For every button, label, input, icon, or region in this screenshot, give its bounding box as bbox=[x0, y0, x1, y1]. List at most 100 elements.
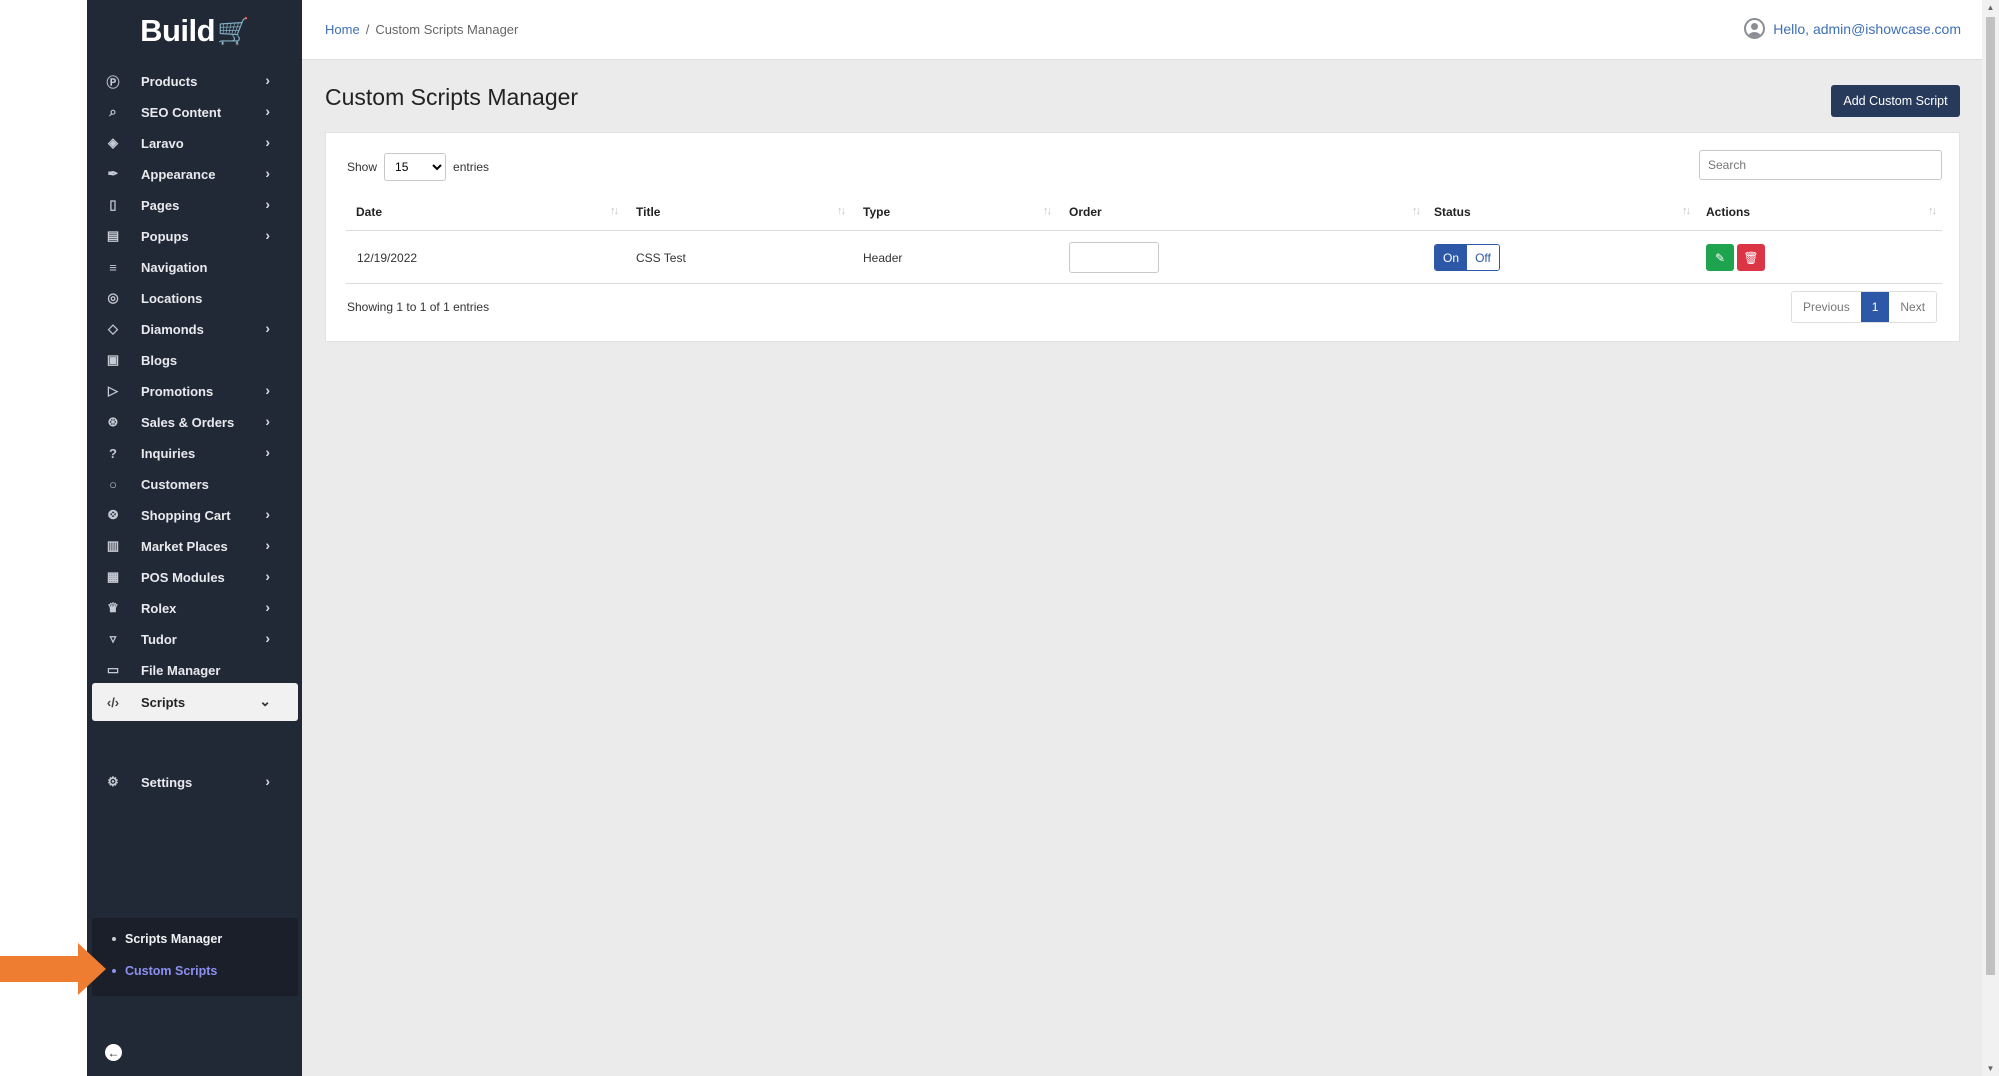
page: Build 🛒 Ⓟ Products › ⌕ SEO Content › ◈ Laravo › ✒… bbox=[0, 0, 1999, 1076]
entries-select[interactable]: 15 bbox=[384, 153, 447, 181]
edit-button[interactable]: ✎ bbox=[1706, 244, 1734, 271]
breadcrumb-separator: / bbox=[365, 22, 370, 37]
cell-order bbox=[1069, 231, 1159, 284]
sidebar-item-label: Pages bbox=[141, 197, 180, 213]
sidebar-item-label: Products bbox=[141, 73, 198, 89]
sidebar-item-label: Blogs bbox=[141, 352, 178, 368]
cell-title: CSS Test bbox=[636, 250, 686, 265]
entries-length-control: Show 15 entries bbox=[347, 153, 489, 181]
delete-button[interactable]: 🗑 bbox=[1737, 244, 1765, 271]
sidebar-item-settings[interactable]: ⚙ Settings › bbox=[87, 763, 302, 801]
top-bar: Home / Custom Scripts Manager Hello, admin… bbox=[302, 0, 1982, 60]
pointer-arrow-icon bbox=[0, 943, 106, 995]
pagination-page-1[interactable]: 1 bbox=[1860, 292, 1890, 322]
cell-date: 12/19/2022 bbox=[357, 250, 418, 265]
sales-icon: ⊛ bbox=[107, 414, 119, 429]
column-header-title[interactable]: Title bbox=[636, 193, 660, 231]
popup-icon: ▤ bbox=[106, 228, 120, 243]
column-header-actions[interactable]: Actions bbox=[1706, 193, 1750, 231]
add-custom-script-button[interactable]: Add Custom Script bbox=[1831, 85, 1960, 117]
pos-icon: ▦ bbox=[106, 569, 120, 584]
chevron-right-icon: › bbox=[265, 72, 270, 88]
collapse-sidebar-icon[interactable]: ← bbox=[105, 1044, 122, 1061]
scroll-down-icon[interactable]: ▼ bbox=[1986, 1064, 1995, 1073]
main-content: Home / Custom Scripts Manager Hello, admin… bbox=[302, 0, 1982, 1076]
bullet-icon bbox=[112, 969, 116, 973]
table-info: Showing 1 to 1 of 1 entries bbox=[347, 300, 490, 314]
sidebar-item-label: Market Places bbox=[141, 538, 228, 554]
logo-text: Build bbox=[140, 13, 216, 48]
status-on-option[interactable]: On bbox=[1435, 245, 1467, 270]
crown-icon: ♛ bbox=[107, 600, 119, 615]
sort-icon[interactable]: ↑↓ bbox=[1928, 205, 1937, 217]
layers-icon: ◈ bbox=[108, 135, 118, 150]
seo-icon: ⌕ bbox=[109, 104, 117, 119]
chevron-right-icon: › bbox=[265, 773, 270, 789]
menu-icon: ≡ bbox=[109, 259, 117, 275]
pagination-next[interactable]: Next bbox=[1889, 292, 1937, 322]
column-label: Type bbox=[863, 205, 891, 219]
scrollbar-thumb[interactable] bbox=[1986, 17, 1995, 975]
chevron-right-icon: › bbox=[265, 227, 270, 243]
column-header-order[interactable]: Order bbox=[1069, 193, 1102, 231]
subitem-label: Custom Scripts bbox=[125, 964, 218, 978]
chevron-right-icon: › bbox=[265, 413, 270, 429]
chevron-right-icon: › bbox=[265, 320, 270, 336]
sidebar-item-label: Diamonds bbox=[141, 321, 204, 337]
sidebar-item-scripts[interactable]: ‹/› Scripts ⌄ bbox=[92, 683, 298, 721]
search-input[interactable] bbox=[1699, 150, 1942, 180]
sidebar-item-label: Appearance bbox=[141, 166, 216, 182]
status-toggle[interactable]: On Off bbox=[1434, 244, 1500, 271]
breadcrumb: Home / Custom Scripts Manager bbox=[325, 22, 518, 37]
code-icon: ‹/› bbox=[106, 694, 120, 710]
chevron-right-icon: › bbox=[265, 382, 270, 398]
folder-icon: ▭ bbox=[106, 662, 120, 677]
user-icon: ○ bbox=[109, 476, 117, 492]
sidebar-item-label: Navigation bbox=[141, 259, 208, 275]
sort-icon[interactable]: ↑↓ bbox=[1682, 205, 1691, 217]
blog-icon: ▣ bbox=[106, 352, 120, 367]
page-scrollbar[interactable]: ▲ ▼ bbox=[1982, 0, 1999, 1076]
scroll-up-icon[interactable]: ▲ bbox=[1986, 3, 1995, 12]
status-off-option[interactable]: Off bbox=[1467, 245, 1499, 270]
page-icon: ▯ bbox=[109, 197, 117, 212]
sidebar-subitem-custom-scripts[interactable]: Custom Scripts bbox=[92, 959, 298, 983]
chevron-right-icon: › bbox=[265, 444, 270, 460]
column-label: Status bbox=[1434, 205, 1471, 219]
sidebar-item-label: Popups bbox=[141, 228, 189, 244]
sort-icon[interactable]: ↑↓ bbox=[1412, 205, 1421, 217]
column-header-date[interactable]: Date bbox=[356, 193, 382, 231]
chevron-right-icon: › bbox=[265, 568, 270, 584]
chevron-down-icon: ⌄ bbox=[259, 693, 271, 709]
sidebar-item-label: Inquiries bbox=[141, 445, 196, 461]
sidebar-subitem-scripts-manager[interactable]: Scripts Manager bbox=[92, 927, 298, 951]
column-label: Actions bbox=[1706, 205, 1751, 219]
sort-icon[interactable]: ↑↓ bbox=[1043, 205, 1052, 217]
breadcrumb-current: Custom Scripts Manager bbox=[375, 22, 519, 37]
sort-icon[interactable]: ↑↓ bbox=[610, 205, 619, 217]
breadcrumb-home-link[interactable]: Home bbox=[325, 22, 360, 37]
order-input[interactable] bbox=[1069, 242, 1159, 273]
pagination-previous[interactable]: Previous bbox=[1792, 292, 1861, 322]
shield-icon: ▿ bbox=[109, 631, 117, 646]
column-header-type[interactable]: Type bbox=[863, 193, 890, 231]
column-label: Title bbox=[636, 205, 661, 219]
chevron-right-icon: › bbox=[265, 196, 270, 212]
user-greeting: Hello, admin@ishowcase.com bbox=[1773, 20, 1961, 37]
sidebar-item-label: Settings bbox=[141, 774, 193, 790]
sort-icon[interactable]: ↑↓ bbox=[837, 205, 846, 217]
column-header-status[interactable]: Status bbox=[1434, 193, 1471, 231]
sidebar-item-label: Sales & Orders bbox=[141, 414, 235, 430]
sidebar-item-label: Promotions bbox=[141, 383, 214, 399]
user-menu[interactable]: Hello, admin@ishowcase.com bbox=[1744, 18, 1961, 39]
cart-icon: 🛒 bbox=[217, 15, 249, 46]
trash-icon: 🗑 bbox=[1743, 250, 1759, 265]
user-avatar-icon bbox=[1744, 18, 1766, 39]
chevron-right-icon: › bbox=[265, 537, 270, 553]
logo[interactable]: Build 🛒 bbox=[87, 0, 302, 62]
chevron-right-icon: › bbox=[265, 165, 270, 181]
diamond-icon: ◇ bbox=[108, 321, 118, 336]
sidebar-item-label: Locations bbox=[141, 290, 203, 306]
pagination: Previous 1 Next bbox=[1791, 291, 1938, 323]
chevron-right-icon: › bbox=[265, 134, 270, 150]
